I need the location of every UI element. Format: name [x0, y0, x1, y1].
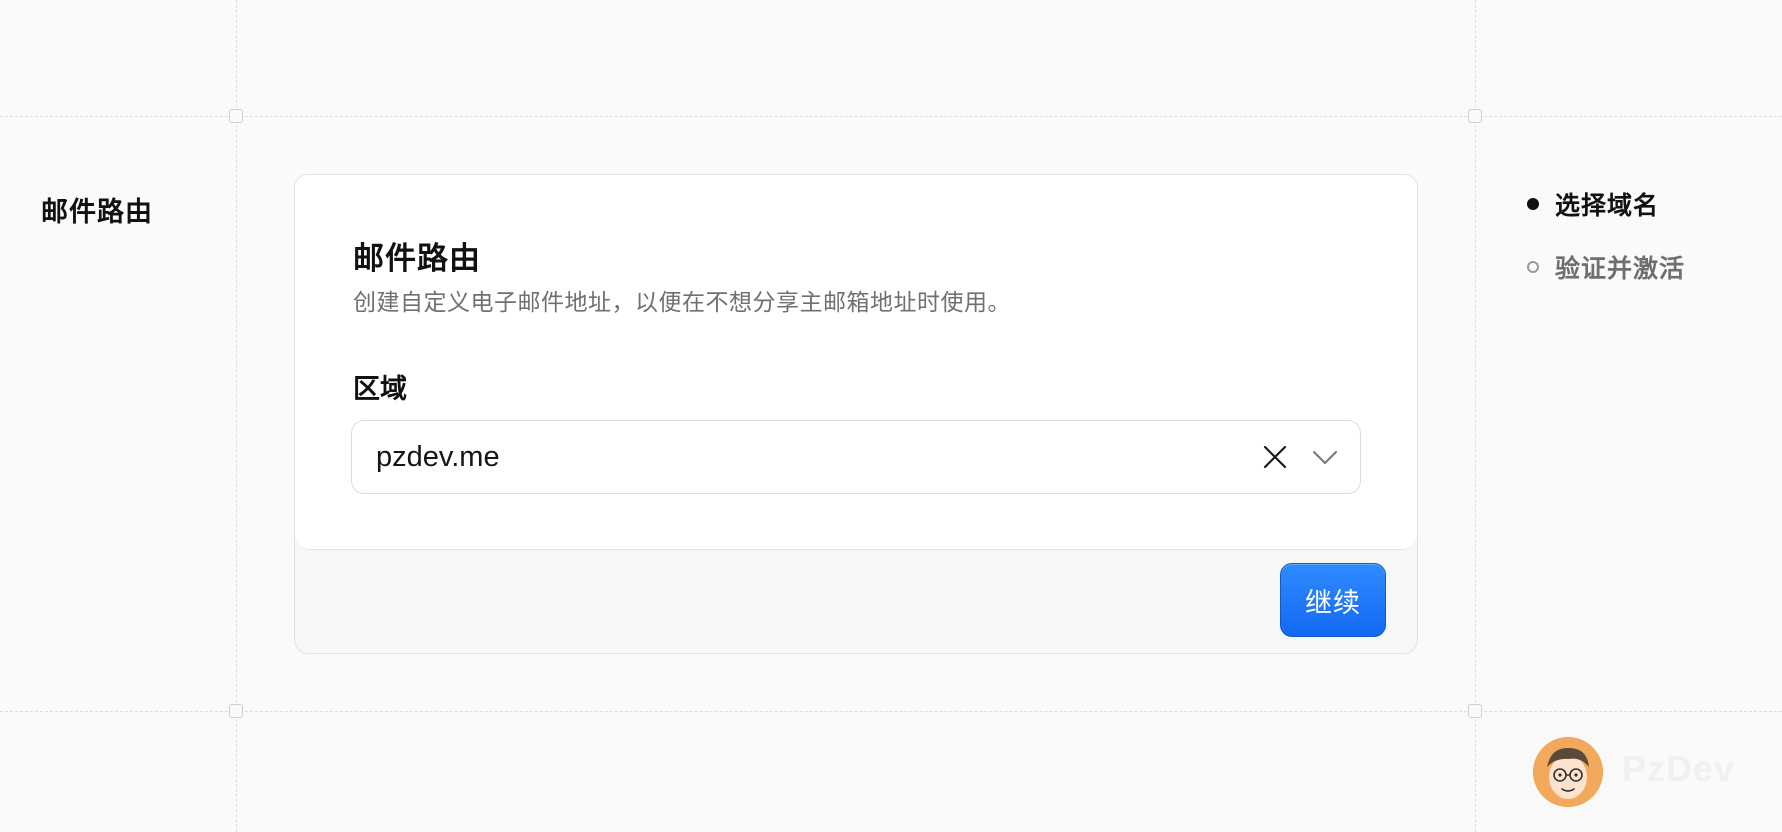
- zone-field-label: 区域: [353, 374, 407, 405]
- zone-select-value: pzdev.me: [376, 441, 500, 473]
- steps-list: 选择域名 验证并激活: [1527, 188, 1685, 314]
- card-description: 创建自定义电子邮件地址，以便在不想分享主邮箱地址时使用。: [353, 290, 1011, 316]
- step-item: 选择域名: [1527, 188, 1685, 220]
- card-body: 邮件路由 创建自定义电子邮件地址，以便在不想分享主邮箱地址时使用。 区域 pzd…: [295, 175, 1417, 550]
- card-title: 邮件路由: [353, 241, 481, 277]
- chevron-down-icon[interactable]: [1312, 448, 1338, 466]
- guide-corner-top-left: [229, 109, 243, 123]
- guide-corner-bottom-right: [1468, 704, 1482, 718]
- guide-corner-top-right: [1468, 109, 1482, 123]
- watermark-text: PzDev: [1622, 748, 1736, 789]
- close-icon[interactable]: [1262, 444, 1288, 470]
- step-active-dot-icon: [1527, 198, 1539, 210]
- guide-corner-bottom-left: [229, 704, 243, 718]
- zone-select[interactable]: pzdev.me: [351, 420, 1361, 494]
- guide-line-bottom: [0, 711, 1782, 712]
- email-routing-card: 邮件路由 创建自定义电子邮件地址，以便在不想分享主邮箱地址时使用。 区域 pzd…: [294, 174, 1418, 654]
- step-item: 验证并激活: [1527, 251, 1685, 283]
- step-label: 验证并激活: [1555, 254, 1686, 283]
- guide-line-top: [0, 116, 1782, 117]
- step-label: 选择域名: [1555, 191, 1660, 220]
- continue-button[interactable]: 继续: [1280, 563, 1386, 637]
- section-label: 邮件路由: [41, 197, 153, 228]
- cartoon-face-avatar-icon: [1533, 737, 1603, 807]
- step-inactive-dot-icon: [1527, 261, 1539, 273]
